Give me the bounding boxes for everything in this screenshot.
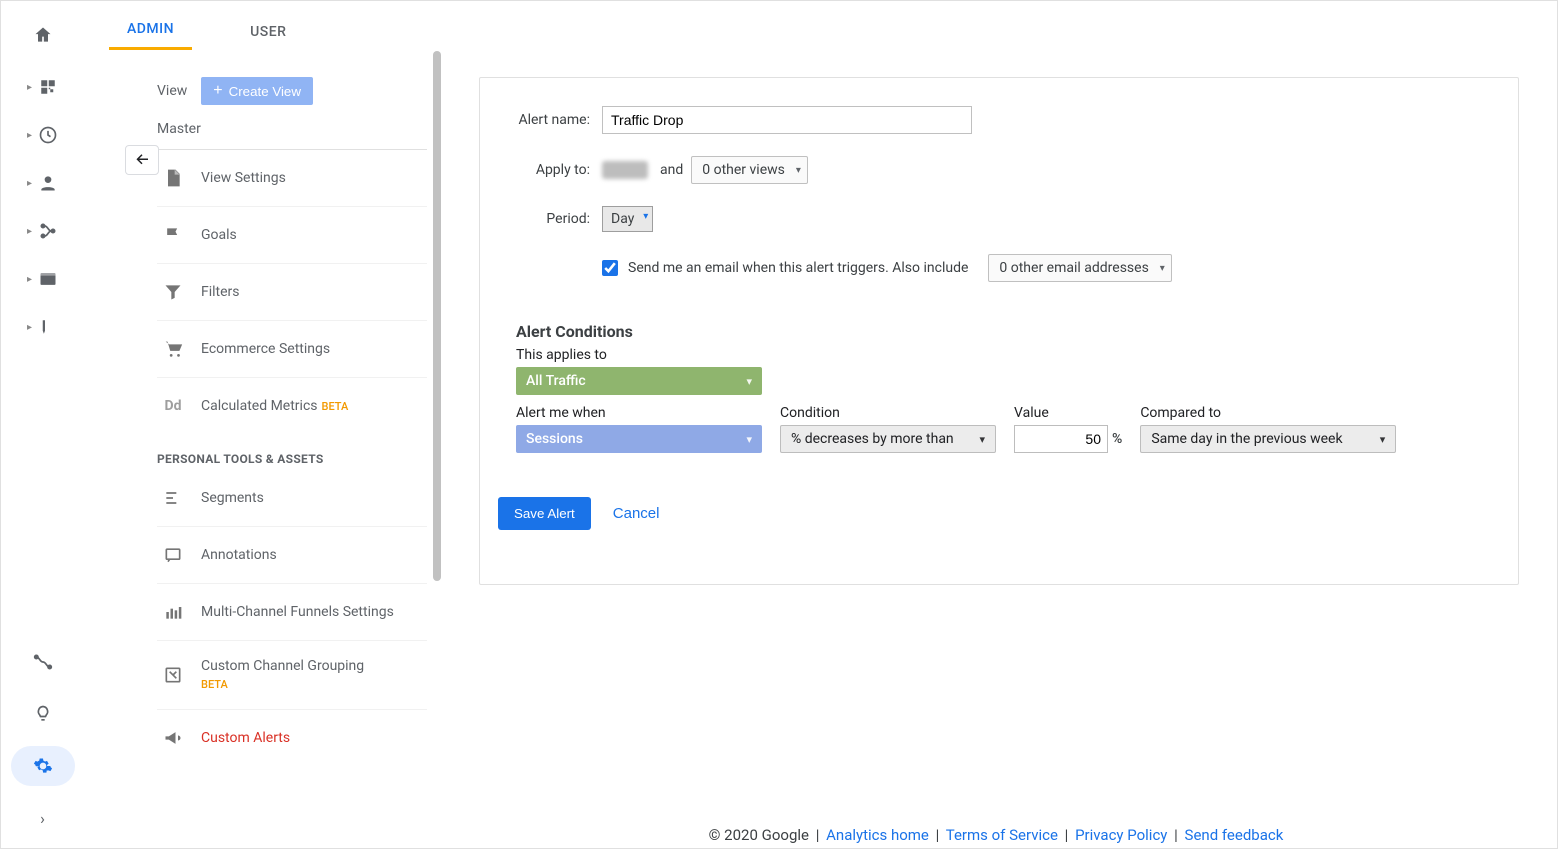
applies-to-label: This applies to (516, 347, 762, 363)
sidebar-item-annotations[interactable]: Annotations (157, 527, 427, 584)
collapse-icon[interactable]: › (11, 798, 75, 838)
other-emails-dropdown[interactable]: 0 other email addresses (988, 254, 1171, 282)
funnel-icon (161, 280, 185, 304)
footer-link-home[interactable]: Analytics home (826, 826, 929, 844)
customization-icon[interactable]: ▸ (11, 67, 75, 107)
document-icon (161, 166, 185, 190)
blurred-view-name (602, 161, 648, 179)
home-icon[interactable] (11, 11, 75, 59)
view-label: View (157, 83, 187, 99)
period-label: Period: (498, 211, 590, 227)
sidebar-item-ecommerce[interactable]: Ecommerce Settings (157, 321, 427, 378)
sidebar-item-custom-alerts[interactable]: Custom Alerts (157, 710, 427, 766)
megaphone-icon (161, 726, 185, 750)
main-panel: Alert name: Apply to: and 0 other views … (435, 51, 1557, 848)
alert-when-dropdown[interactable]: Sessions (516, 425, 762, 453)
email-checkbox[interactable] (602, 260, 618, 276)
sidebar-item-view-settings[interactable]: View Settings (157, 150, 427, 207)
discover-icon[interactable] (11, 694, 75, 734)
apply-to-label: Apply to: (498, 162, 590, 178)
alert-name-input[interactable] (602, 106, 972, 134)
tab-admin[interactable]: ADMIN (109, 21, 192, 50)
value-label: Value (1014, 405, 1122, 421)
value-input[interactable] (1014, 425, 1108, 453)
flag-icon (161, 223, 185, 247)
segments-icon (161, 486, 185, 510)
realtime-icon[interactable]: ▸ (11, 115, 75, 155)
audience-icon[interactable]: ▸ (11, 163, 75, 203)
alert-when-label: Alert me when (516, 405, 762, 421)
plus-icon: + (213, 83, 222, 99)
value-suffix: % (1112, 431, 1122, 447)
behavior-icon[interactable]: ▸ (11, 259, 75, 299)
alert-name-label: Alert name: (498, 112, 590, 128)
sidebar-item-filters[interactable]: Filters (157, 264, 427, 321)
view-sidebar: View + Create View Master View Settings (85, 51, 435, 848)
section-header: PERSONAL TOOLS & ASSETS (157, 434, 427, 470)
email-text: Send me an email when this alert trigger… (628, 260, 968, 276)
annotation-icon (161, 543, 185, 567)
conversions-icon[interactable]: ▸ (11, 307, 75, 347)
admin-user-tabs: ADMIN USER (85, 1, 1557, 51)
attribution-icon[interactable] (11, 642, 75, 682)
condition-dropdown[interactable]: % decreases by more than (780, 425, 996, 453)
create-view-button[interactable]: + Create View (201, 77, 313, 105)
back-button[interactable] (125, 145, 159, 175)
footer-link-privacy[interactable]: Privacy Policy (1075, 826, 1167, 844)
conditions-title: Alert Conditions (516, 322, 1500, 341)
applies-to-dropdown[interactable]: All Traffic (516, 367, 762, 395)
sidebar-item-channel-grouping[interactable]: Custom Channel GroupingBETA (157, 641, 427, 710)
other-views-dropdown[interactable]: 0 other views (691, 156, 808, 184)
cancel-button[interactable]: Cancel (613, 505, 660, 522)
cart-icon (161, 337, 185, 361)
sidebar-item-calculated-metrics[interactable]: Dd Calculated MetricsBETA (157, 378, 427, 434)
bars-icon (161, 600, 185, 624)
view-name[interactable]: Master (157, 115, 427, 150)
acquisition-icon[interactable]: ▸ (11, 211, 75, 251)
condition-label: Condition (780, 405, 996, 421)
copyright: © 2020 Google (709, 826, 809, 844)
compared-label: Compared to (1140, 405, 1396, 421)
footer-link-feedback[interactable]: Send feedback (1185, 826, 1284, 844)
grouping-icon (161, 663, 185, 687)
sidebar-item-segments[interactable]: Segments (157, 470, 427, 527)
period-dropdown[interactable]: Day (602, 206, 653, 232)
left-icon-rail: ▸ ▸ ▸ ▸ ▸ ▸ › (1, 1, 85, 848)
alert-form-card: Alert name: Apply to: and 0 other views … (479, 77, 1519, 585)
admin-gear-icon[interactable] (11, 746, 75, 786)
compared-dropdown[interactable]: Same day in the previous week (1140, 425, 1396, 453)
footer: © 2020 Google | Analytics home | Terms o… (435, 826, 1557, 844)
tab-user[interactable]: USER (232, 24, 304, 50)
sidebar-item-goals[interactable]: Goals (157, 207, 427, 264)
dd-icon: Dd (161, 394, 185, 418)
footer-link-tos[interactable]: Terms of Service (946, 826, 1058, 844)
sidebar-item-mcf[interactable]: Multi-Channel Funnels Settings (157, 584, 427, 641)
save-alert-button[interactable]: Save Alert (498, 497, 591, 530)
and-text: and (660, 162, 683, 178)
